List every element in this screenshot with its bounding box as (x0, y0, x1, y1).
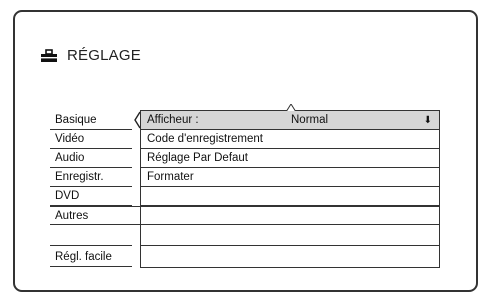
option-empty-3 (141, 227, 439, 246)
toolbox-icon (41, 48, 57, 62)
category-dvd[interactable]: DVD (50, 187, 132, 206)
option-value: Normal (291, 114, 329, 126)
option-afficheur[interactable]: Afficheur : Normal ⬇ (141, 111, 439, 130)
category-video[interactable]: Vidéo (50, 130, 132, 149)
option-code-enregistrement[interactable]: Code d'enregistrement (141, 130, 439, 149)
options-panel: Afficheur : Normal ⬇ Code d'enregistreme… (140, 104, 440, 268)
category-blank (50, 227, 132, 246)
category-basique[interactable]: Basique (50, 111, 132, 130)
option-empty-4 (141, 248, 439, 267)
option-empty-1 (141, 187, 439, 206)
category-enregistr[interactable]: Enregistr. (50, 168, 132, 187)
option-reglage-par-defaut[interactable]: Réglage Par Defaut (141, 149, 439, 168)
option-formater[interactable]: Formater (141, 168, 439, 187)
arrow-down-icon[interactable]: ⬇ (424, 111, 432, 130)
option-label: Afficheur : (147, 114, 199, 126)
page-title: RÉGLAGE (67, 47, 141, 64)
option-empty-2 (141, 206, 439, 225)
category-regl-facile[interactable]: Régl. facile (50, 248, 132, 267)
page-header: RÉGLAGE (40, 47, 141, 64)
category-audio[interactable]: Audio (50, 149, 132, 168)
